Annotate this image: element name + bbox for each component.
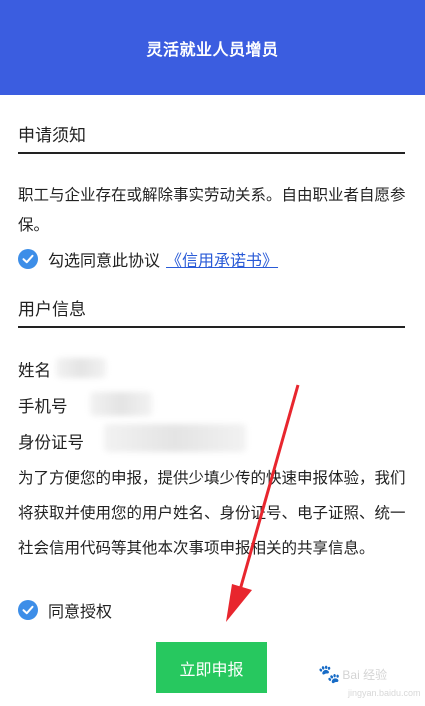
watermark: 🐾 Bai 经验 jingyan.baidu.com — [318, 664, 421, 698]
credit-commitment-link[interactable]: 《信用承诺书》 — [166, 247, 278, 271]
page-title: 灵活就业人员增员 — [146, 39, 279, 59]
notice-text: 职工与企业存在或解除事实劳动关系。自由职业者自愿参保。 — [18, 186, 406, 234]
authorize-label: 同意授权 — [48, 602, 113, 621]
authorization-disclaimer: 为了方便您的申报，提供少填少传的快速申报体验，我们将获取并使用您的用户姓名、身份… — [18, 469, 406, 557]
checked-icon[interactable] — [18, 249, 38, 269]
id-number-label: 身份证号 — [18, 433, 84, 452]
notice-divider — [18, 152, 405, 154]
checked-icon[interactable] — [18, 600, 38, 620]
submit-application-button[interactable]: 立即申报 — [156, 642, 267, 693]
name-value-redacted — [56, 358, 106, 378]
paw-logo-icon: 🐾 — [318, 664, 341, 684]
user-info-section-title: 用户信息 — [18, 300, 86, 320]
app-header: 灵活就业人员增员 — [0, 0, 425, 95]
name-label: 姓名 — [18, 361, 51, 380]
agreement-label: 勾选同意此协议 — [48, 251, 161, 270]
watermark-url: jingyan.baidu.com — [348, 688, 421, 698]
notice-section-title: 申请须知 — [18, 126, 86, 146]
user-info-divider — [18, 326, 405, 328]
phone-label: 手机号 — [18, 397, 68, 416]
agreement-checkbox-row[interactable]: 勾选同意此协议 《信用承诺书》 — [18, 247, 278, 271]
authorize-checkbox-row[interactable]: 同意授权 — [18, 598, 112, 622]
watermark-brand: Bai 经验 — [342, 668, 388, 682]
phone-value-redacted — [90, 392, 152, 416]
id-number-value-redacted — [104, 424, 246, 452]
